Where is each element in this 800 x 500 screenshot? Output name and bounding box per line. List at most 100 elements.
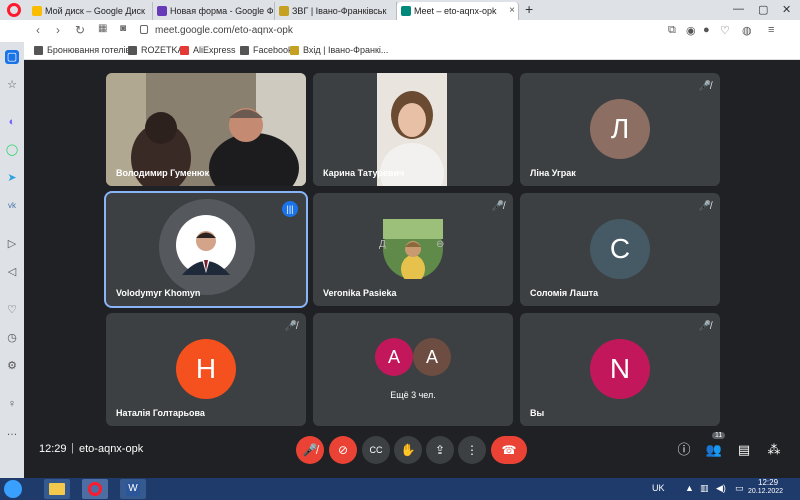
maximize-icon[interactable]: ▢ — [758, 3, 768, 16]
browser-tab-strip: Мой диск – Google Диск Новая форма - Goo… — [0, 0, 800, 20]
send-icon[interactable]: ◁ — [5, 265, 19, 279]
activities-icon[interactable]: ⁂ — [764, 440, 784, 460]
reload-icon[interactable]: ↻ — [75, 23, 85, 37]
meeting-time: 12:29 — [39, 443, 67, 455]
player-icon[interactable]: ▷ — [5, 237, 19, 251]
leave-call-button[interactable]: ☎ — [491, 436, 527, 464]
record-icon[interactable]: ● — [703, 24, 710, 36]
bookmark-item[interactable]: Бронювання готелів — [34, 45, 130, 55]
tips-icon[interactable]: ♀ — [5, 397, 19, 411]
mic-off-icon: 🎤̸ — [698, 201, 712, 212]
word-taskbar-icon[interactable]: W — [120, 479, 146, 499]
participant-photo — [383, 219, 443, 279]
participant-tile[interactable]: Володимир Гуменюк — [106, 73, 306, 186]
participant-group-tile[interactable]: А А Ещё 3 чел. — [313, 313, 513, 426]
bookmarks-icon[interactable]: ☆ — [5, 78, 19, 92]
network-icon[interactable]: ▥ — [700, 483, 709, 494]
back-icon[interactable]: ‹ — [36, 23, 40, 37]
tab-zvg[interactable]: ЗВГ | Івано-Франківськ — [275, 2, 397, 20]
tab-google-drive[interactable]: Мой диск – Google Диск — [28, 2, 153, 20]
camera-icon[interactable]: ◉ — [686, 24, 696, 37]
participant-name: Наталія Голтарьова — [116, 408, 205, 418]
captions-button[interactable]: CC — [362, 436, 390, 464]
address-bar: ‹ › ↻ ▦ ◙ meet.google.com/eto-aqnx-opk ⧉… — [0, 20, 800, 42]
participant-avatar: А — [413, 338, 451, 376]
participant-name: Карина Татуревич — [323, 168, 405, 178]
home-grid-icon[interactable]: ▦ — [98, 23, 107, 34]
self-tile[interactable]: 🎤̸ N Вы — [520, 313, 720, 426]
url-field[interactable]: meet.google.com/eto-aqnx-opk — [155, 25, 293, 36]
meeting-code: eto-aqnx-opk — [79, 443, 144, 455]
mic-off-icon: 🎤̸ — [491, 201, 505, 212]
coat-of-arms-icon — [279, 6, 289, 16]
start-button-icon[interactable] — [4, 480, 22, 498]
bookmark-item[interactable]: Вхід | Івано-Франкі... — [290, 45, 388, 55]
speaking-indicator-icon: ||| — [282, 201, 298, 217]
tab-google-forms[interactable]: Новая форма - Google Ф — [153, 2, 275, 20]
snapshot-icon[interactable]: ⧉ — [668, 24, 676, 37]
folder-icon — [34, 45, 43, 55]
meet-icon — [401, 6, 411, 16]
minimize-icon[interactable]: — — [733, 3, 744, 15]
chat-icon[interactable]: ▤ — [734, 440, 754, 460]
tray-arrow-icon[interactable]: ▲ — [685, 483, 694, 493]
settings-icon[interactable]: ⚙ — [5, 359, 19, 373]
mic-off-icon: 🎤̸ — [698, 81, 712, 92]
battery-icon[interactable]: ▭ — [735, 483, 744, 494]
more-options-button[interactable]: ⋮ — [458, 436, 486, 464]
participant-tile[interactable]: ||| Volodymyr Khomyn — [104, 191, 308, 308]
opera-logo-icon[interactable] — [7, 3, 21, 17]
tab-label: Мой диск – Google Диск — [45, 6, 145, 16]
meet-grid: Володимир Гуменюк Карина Татуревич 🎤̸ Л … — [24, 60, 800, 478]
volume-icon[interactable]: ◀) — [716, 483, 726, 494]
tab-meet[interactable]: Meet – eto-aqnx-opk × — [397, 2, 519, 20]
mic-toggle-button[interactable]: 🎤̸ — [296, 436, 324, 464]
more-participants-label: Ещё 3 чел. — [390, 390, 436, 400]
participants-icon[interactable]: 👥 — [704, 440, 724, 460]
input-language[interactable]: UK — [652, 483, 665, 493]
account-icon[interactable]: ◍ — [742, 24, 752, 37]
camera-toggle-button[interactable]: ⊘ — [329, 436, 357, 464]
participant-tile[interactable]: 🎤̸ Н Наталія Голтарьова — [106, 313, 306, 426]
mic-off-icon: 🎤̸ — [698, 321, 712, 332]
close-window-icon[interactable]: ✕ — [782, 3, 791, 16]
menu-icon[interactable]: ≡ — [768, 24, 774, 36]
forward-icon[interactable]: › — [56, 23, 60, 37]
participant-avatar: Н — [176, 339, 236, 399]
participant-avatar: А — [375, 338, 413, 376]
folder-icon — [240, 45, 249, 55]
new-tab-button[interactable]: + — [525, 1, 533, 17]
windows-taskbar: W UK ▲ ▥ ◀) ▭ 12:29 20.12.2022 — [0, 478, 800, 500]
file-explorer-icon[interactable] — [44, 479, 70, 499]
speed-dial-icon[interactable]: ▢ — [5, 50, 19, 64]
clock-time[interactable]: 12:29 — [758, 478, 778, 487]
vpn-icon[interactable]: ◙ — [120, 23, 126, 34]
heart-icon[interactable]: ♡ — [720, 24, 730, 37]
whatsapp-icon[interactable]: ◯ — [5, 143, 19, 157]
participant-name: Соломія Лашта — [530, 288, 599, 298]
heart-icon[interactable]: ♡ — [5, 303, 19, 317]
messenger-icon[interactable]: ◐ — [5, 115, 19, 129]
close-tab-icon[interactable]: × — [509, 5, 515, 16]
participant-tile[interactable]: 🎤̸ Л Ліна Уграк — [520, 73, 720, 186]
mic-off-icon: 🎤̸ — [284, 321, 298, 332]
more-icon[interactable]: … — [5, 425, 19, 439]
flag-glyph: Д — [379, 239, 386, 250]
participant-tile[interactable]: Карина Татуревич — [313, 73, 513, 186]
participant-tile[interactable]: 🎤̸ С Соломія Лашта — [520, 193, 720, 306]
meeting-info-icon[interactable]: ⓘ — [674, 440, 694, 460]
google-forms-icon — [157, 6, 167, 16]
bookmark-item[interactable]: AliExpress — [180, 45, 236, 55]
bookmark-item[interactable]: ROZETKA — [128, 45, 184, 55]
participant-tile[interactable]: 🎤̸ Д ⊖ Veronika Pasieka — [313, 193, 513, 306]
bookmark-item[interactable]: Facebook — [240, 45, 293, 55]
history-icon[interactable]: ◷ — [5, 331, 19, 345]
telegram-icon[interactable]: ➤ — [5, 171, 19, 185]
vk-icon[interactable]: vk — [5, 199, 19, 213]
tab-label: ЗВГ | Івано-Франківськ — [292, 6, 387, 16]
participant-photo — [176, 215, 236, 275]
opera-taskbar-icon[interactable] — [82, 479, 108, 499]
raise-hand-button[interactable]: ✋ — [394, 436, 422, 464]
present-button[interactable]: ⇪ — [426, 436, 454, 464]
clock-date[interactable]: 20.12.2022 — [748, 488, 783, 495]
